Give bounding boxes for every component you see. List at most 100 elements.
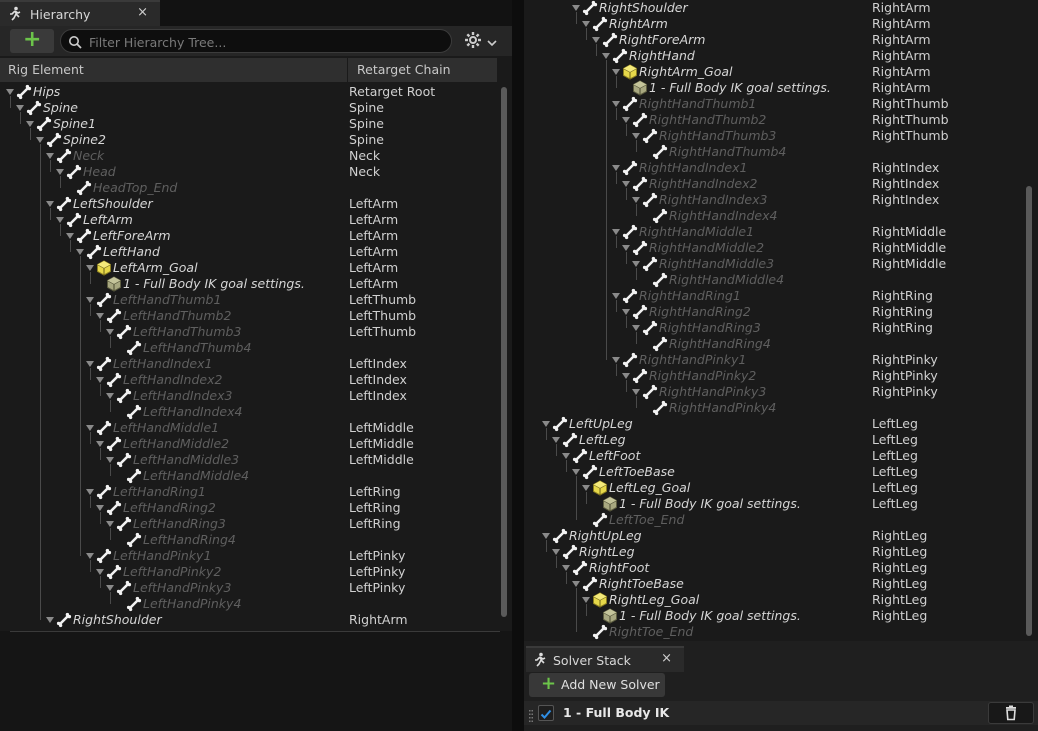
expand-arrow-icon[interactable] (106, 393, 114, 399)
tree-row[interactable]: RightHandThumb3 RightThumb (524, 128, 1036, 144)
tree-row[interactable]: LeftLeg_Goal LeftLeg (524, 480, 1036, 496)
expand-arrow-icon[interactable] (632, 325, 640, 331)
add-new-solver-button[interactable]: + Add New Solver (529, 673, 665, 697)
expand-arrow-icon[interactable] (572, 5, 580, 11)
tree-row[interactable]: RightHandPinky2 RightPinky (524, 368, 1036, 384)
tree-row[interactable]: LeftHandIndex4 (0, 404, 512, 420)
drag-handle-icon[interactable] (529, 707, 533, 722)
tree-row[interactable]: LeftUpLeg LeftLeg (524, 416, 1036, 432)
solver-stack-tab[interactable]: Solver Stack × (526, 646, 684, 672)
expand-arrow-icon[interactable] (582, 485, 590, 491)
expand-arrow-icon[interactable] (632, 133, 640, 139)
expand-arrow-icon[interactable] (572, 581, 580, 587)
tree-row[interactable]: RightForeArm RightArm (524, 32, 1036, 48)
tree-row[interactable]: RightHand RightArm (524, 48, 1036, 64)
tree-row[interactable]: RightLeg_Goal RightLeg (524, 592, 1036, 608)
tree-row[interactable]: RightHandPinky3 RightPinky (524, 384, 1036, 400)
tree-row[interactable]: LeftHandIndex2 LeftIndex (0, 372, 512, 388)
expand-arrow-icon[interactable] (46, 617, 54, 623)
expand-arrow-icon[interactable] (612, 165, 620, 171)
expand-arrow-icon[interactable] (622, 181, 630, 187)
tree-row[interactable]: RightToeBase RightLeg (524, 576, 1036, 592)
expand-arrow-icon[interactable] (542, 533, 550, 539)
tree-row[interactable]: RightHandIndex4 (524, 208, 1036, 224)
close-icon[interactable]: × (661, 651, 672, 666)
expand-arrow-icon[interactable] (612, 293, 620, 299)
expand-arrow-icon[interactable] (582, 597, 590, 603)
tree-row[interactable]: LeftShoulder LeftArm (0, 196, 512, 212)
expand-arrow-icon[interactable] (542, 421, 550, 427)
tree-row[interactable]: LeftHandRing1 LeftRing (0, 484, 512, 500)
expand-arrow-icon[interactable] (632, 261, 640, 267)
tree-row[interactable]: LeftToe_End (524, 512, 1036, 528)
tree-row[interactable]: RightHandThumb4 (524, 144, 1036, 160)
expand-arrow-icon[interactable] (632, 389, 640, 395)
expand-arrow-icon[interactable] (46, 153, 54, 159)
tree-row[interactable]: LeftHandThumb3 LeftThumb (0, 324, 512, 340)
tree-row[interactable]: RightHandRing3 RightRing (524, 320, 1036, 336)
expand-arrow-icon[interactable] (76, 249, 84, 255)
tree-row[interactable]: LeftLeg LeftLeg (524, 432, 1036, 448)
expand-arrow-icon[interactable] (106, 457, 114, 463)
expand-arrow-icon[interactable] (36, 137, 44, 143)
tree-row[interactable]: RightHandMiddle1 RightMiddle (524, 224, 1036, 240)
expand-arrow-icon[interactable] (86, 265, 94, 271)
tree-row[interactable]: RightHandIndex3 RightIndex (524, 192, 1036, 208)
expand-arrow-icon[interactable] (6, 89, 14, 95)
expand-arrow-icon[interactable] (622, 117, 630, 123)
tree-row[interactable]: Head Neck (0, 164, 512, 180)
tree-row[interactable]: LeftHandPinky1 LeftPinky (0, 548, 512, 564)
tree-row[interactable]: RightLeg RightLeg (524, 544, 1036, 560)
expand-arrow-icon[interactable] (106, 521, 114, 527)
hierarchy-scrollbar[interactable] (501, 87, 507, 617)
expand-arrow-icon[interactable] (612, 69, 620, 75)
panel-splitter[interactable] (512, 0, 524, 731)
expand-arrow-icon[interactable] (16, 105, 24, 111)
tree-row[interactable]: LeftHandMiddle3 LeftMiddle (0, 452, 512, 468)
expand-arrow-icon[interactable] (56, 169, 64, 175)
expand-arrow-icon[interactable] (96, 569, 104, 575)
add-element-button[interactable]: + (10, 27, 54, 53)
settings-dropdown[interactable] (464, 31, 504, 51)
tree-row[interactable]: RightUpLeg RightLeg (524, 528, 1036, 544)
expand-arrow-icon[interactable] (612, 101, 620, 107)
tree-row[interactable]: 1 - Full Body IK goal settings. LeftLeg (524, 496, 1036, 512)
tree-row[interactable]: Spine Spine (0, 100, 512, 116)
expand-arrow-icon[interactable] (552, 549, 560, 555)
tree-row[interactable]: LeftForeArm LeftArm (0, 228, 512, 244)
expand-arrow-icon[interactable] (562, 453, 570, 459)
expand-arrow-icon[interactable] (86, 297, 94, 303)
expand-arrow-icon[interactable] (86, 425, 94, 431)
expand-arrow-icon[interactable] (622, 373, 630, 379)
tree-row[interactable]: RightHandRing1 RightRing (524, 288, 1036, 304)
expand-arrow-icon[interactable] (86, 361, 94, 367)
tree-row[interactable]: LeftHandMiddle1 LeftMiddle (0, 420, 512, 436)
tree-row[interactable]: LeftHandMiddle4 (0, 468, 512, 484)
tree-row[interactable]: LeftHandPinky2 LeftPinky (0, 564, 512, 580)
tree-row[interactable]: LeftHandRing3 LeftRing (0, 516, 512, 532)
tree-row[interactable]: LeftHandThumb1 LeftThumb (0, 292, 512, 308)
tree-row[interactable]: RightHandThumb1 RightThumb (524, 96, 1036, 112)
solver-enabled-checkbox[interactable] (538, 705, 554, 721)
tree-row[interactable]: RightHandPinky4 (524, 400, 1036, 416)
tree-row[interactable]: Hips Retarget Root (0, 84, 512, 100)
tree-row[interactable]: Neck Neck (0, 148, 512, 164)
tree-row[interactable]: LeftHandPinky4 (0, 596, 512, 612)
tree-row[interactable]: RightShoulder RightArm (0, 612, 512, 628)
close-icon[interactable]: × (137, 5, 148, 20)
column-rig-element[interactable]: Rig Element (0, 58, 348, 82)
tree-row[interactable]: RightHandMiddle2 RightMiddle (524, 240, 1036, 256)
tree-row[interactable]: RightHandMiddle3 RightMiddle (524, 256, 1036, 272)
tree-row[interactable]: 1 - Full Body IK goal settings. RightArm (524, 80, 1036, 96)
expand-arrow-icon[interactable] (56, 217, 64, 223)
expand-arrow-icon[interactable] (572, 469, 580, 475)
search-input[interactable] (87, 33, 441, 51)
tree-row[interactable]: LeftToeBase LeftLeg (524, 464, 1036, 480)
tree-row[interactable]: LeftHandRing2 LeftRing (0, 500, 512, 516)
tree-row[interactable]: Spine2 Spine (0, 132, 512, 148)
expand-arrow-icon[interactable] (96, 441, 104, 447)
tree-row[interactable]: Spine1 Spine (0, 116, 512, 132)
expand-arrow-icon[interactable] (26, 121, 34, 127)
expand-arrow-icon[interactable] (612, 357, 620, 363)
expand-arrow-icon[interactable] (86, 553, 94, 559)
